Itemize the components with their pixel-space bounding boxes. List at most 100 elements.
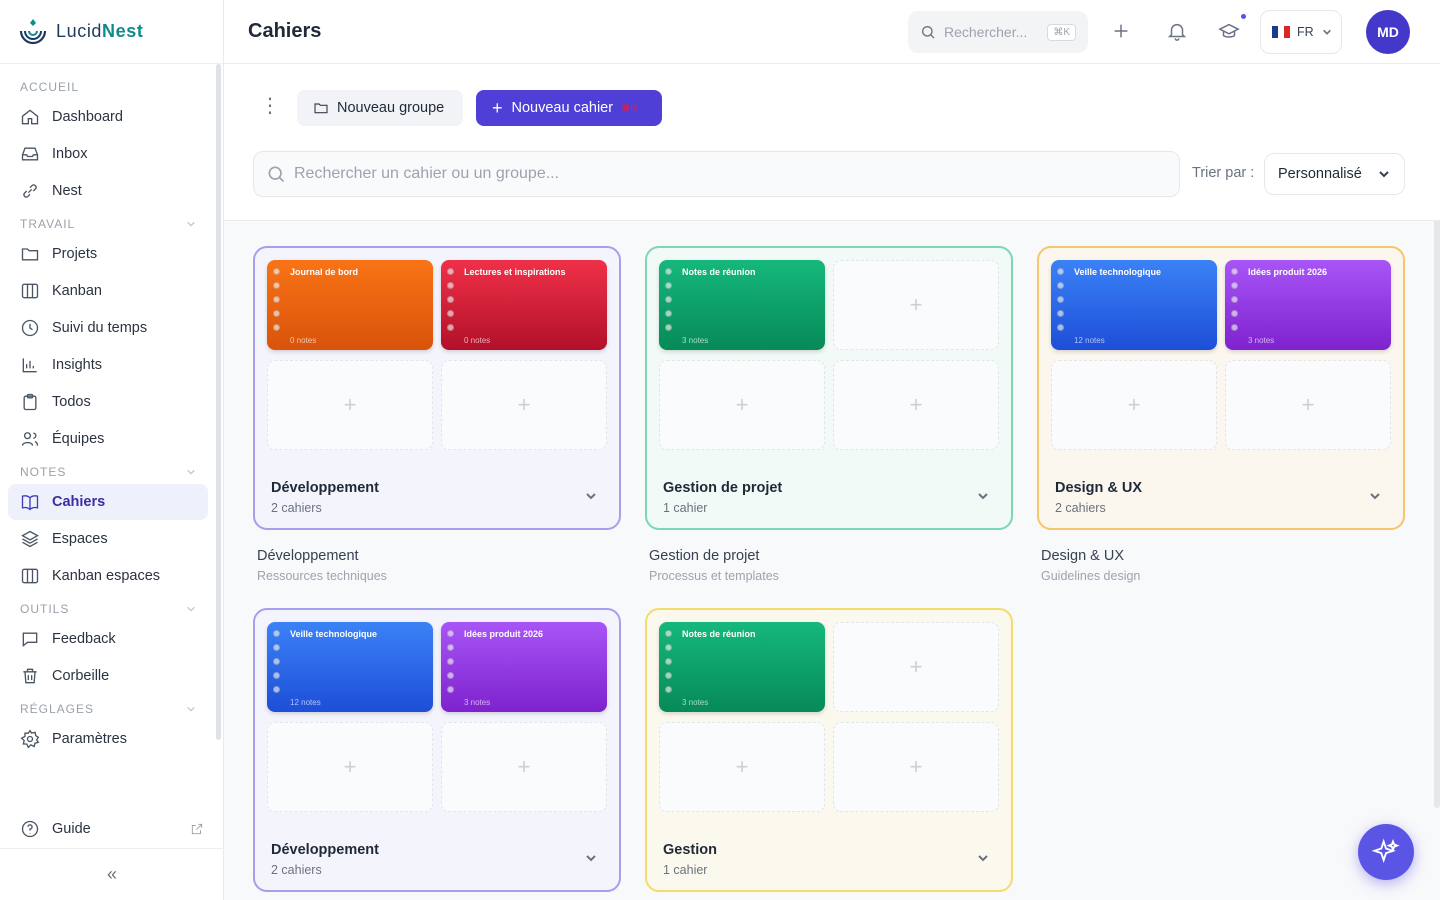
chevron-down-icon[interactable] [585, 490, 597, 502]
add-notebook-slot[interactable]: + [441, 722, 607, 812]
new-group-button[interactable]: Nouveau groupe [297, 90, 463, 126]
notebook-card[interactable]: Idées produit 2026 3 notes [441, 622, 607, 712]
notebook-search-input[interactable]: Rechercher un cahier ou un groupe... [253, 151, 1180, 197]
notebook-card[interactable]: Veille technologique 12 notes [267, 622, 433, 712]
sidebar-item-parametres[interactable]: Paramètres [8, 721, 208, 757]
add-button[interactable] [1110, 20, 1134, 44]
group-description: Processus et templates [649, 569, 779, 583]
add-notebook-slot[interactable]: + [659, 360, 825, 450]
sidebar-item-espaces[interactable]: Espaces [8, 521, 208, 557]
plus-icon: + [492, 98, 503, 118]
add-notebook-slot[interactable]: + [441, 360, 607, 450]
brand-logo[interactable]: LucidNest [0, 0, 223, 64]
sidebar: LucidNest ACCUEIL Dashboard Inbox Nest T… [0, 0, 224, 900]
sidebar-item-kanban[interactable]: Kanban [8, 273, 208, 309]
sidebar-item-label: Projets [52, 246, 98, 262]
sidebar-item-suivi-du-temps[interactable]: Suivi du temps [8, 310, 208, 346]
notebook-card[interactable]: Veille technologique 12 notes [1051, 260, 1217, 350]
collapse-sidebar-button[interactable]: « [0, 848, 224, 900]
group-card[interactable]: Veille technologique 12 notes Idées prod… [1037, 246, 1405, 530]
section-title-outils[interactable]: OUTILS [0, 598, 216, 620]
language-selector[interactable]: FR [1260, 10, 1342, 54]
section-title-reglages[interactable]: RÉGLAGES [0, 698, 216, 720]
notebook-count: 0 notes [464, 336, 491, 345]
sidebar-item-label: Feedback [52, 631, 116, 647]
notebook-card[interactable]: Notes de réunion 3 notes [659, 260, 825, 350]
notebook-count: 3 notes [464, 698, 491, 707]
sidebar-scrollbar[interactable] [216, 64, 221, 740]
new-notebook-button[interactable]: + Nouveau cahier ⌘N [476, 90, 662, 126]
sort-select[interactable]: Personnalisé [1264, 153, 1405, 195]
chevron-down-icon[interactable] [1369, 490, 1381, 502]
bell-icon [1167, 23, 1187, 41]
plus-icon: + [517, 754, 531, 779]
sort-value: Personnalisé [1278, 166, 1362, 182]
add-notebook-slot[interactable]: + [267, 722, 433, 812]
section-title-accueil: ACCUEIL [20, 80, 80, 94]
search-icon [922, 26, 935, 39]
sparkles-icon [1372, 838, 1400, 864]
folder-icon [21, 248, 39, 261]
user-avatar[interactable]: MD [1366, 10, 1410, 54]
add-notebook-slot[interactable]: + [833, 260, 999, 350]
add-notebook-slot[interactable]: + [1225, 360, 1391, 450]
gear-icon [20, 729, 40, 749]
group-description: Ressources techniques [257, 569, 387, 583]
notebook-card[interactable]: Idées produit 2026 3 notes [1225, 260, 1391, 350]
book-icon [21, 495, 39, 511]
add-notebook-slot[interactable]: + [1051, 360, 1217, 450]
brand-name: LucidNest [56, 21, 144, 41]
sidebar-item-todos[interactable]: Todos [8, 384, 208, 420]
folder-icon [314, 103, 328, 114]
group-card[interactable]: Notes de réunion 3 notes + + + Gestion 1… [645, 608, 1013, 892]
add-notebook-slot[interactable]: + [833, 360, 999, 450]
chevron-down-icon[interactable] [977, 490, 989, 502]
chevron-down-icon[interactable] [977, 852, 989, 864]
notification-dot [1239, 12, 1248, 21]
learning-button[interactable] [1218, 12, 1248, 44]
sidebar-item-inbox[interactable]: Inbox [8, 136, 208, 172]
notebook-count: 0 notes [290, 336, 317, 345]
sidebar-item-insights[interactable]: Insights [8, 347, 208, 383]
sidebar-item-label: Cahiers [52, 494, 106, 510]
notebook-title: Idées produit 2026 [464, 629, 544, 639]
search-placeholder: Rechercher... [944, 24, 1028, 40]
chevron-down-icon[interactable] [585, 852, 597, 864]
sidebar-item-corbeille[interactable]: Corbeille [8, 658, 208, 694]
ai-assistant-button[interactable] [1358, 824, 1414, 880]
group-name: Développement [271, 842, 379, 858]
search-shortcut-badge: ⌘K [1047, 23, 1076, 41]
group-card[interactable]: Journal de bord 0 notes Lectures et insp… [253, 246, 621, 530]
add-notebook-slot[interactable]: + [833, 722, 999, 812]
group-count: 1 cahier [663, 863, 708, 877]
ring-binding [273, 268, 280, 331]
sort-label: Trier par : [1192, 165, 1255, 181]
group-card[interactable]: Veille technologique 12 notes Idées prod… [253, 608, 621, 892]
sidebar-item-dashboard[interactable]: Dashboard [8, 99, 208, 135]
section-title-notes[interactable]: NOTES [0, 461, 216, 483]
group-count: 1 cahier [663, 501, 708, 515]
ring-binding [447, 630, 454, 693]
sidebar-item-nest[interactable]: Nest [8, 173, 208, 209]
more-options-button[interactable]: ⋮ [260, 94, 280, 118]
global-search-input[interactable]: Rechercher... ⌘K [908, 11, 1088, 53]
add-notebook-slot[interactable]: + [267, 360, 433, 450]
section-title-travail[interactable]: TRAVAIL [0, 213, 216, 235]
sidebar-item-projets[interactable]: Projets [8, 236, 208, 272]
group-count: 2 cahiers [1055, 501, 1106, 515]
notebook-card[interactable]: Notes de réunion 3 notes [659, 622, 825, 712]
notebook-card[interactable]: Lectures et inspirations 0 notes [441, 260, 607, 350]
add-notebook-slot[interactable]: + [833, 622, 999, 712]
notifications-button[interactable] [1166, 20, 1190, 44]
sidebar-item-equipes[interactable]: Équipes [8, 421, 208, 457]
group-card[interactable]: Notes de réunion 3 notes + + + Gestion d… [645, 246, 1013, 530]
sidebar-item-cahiers[interactable]: Cahiers [8, 484, 208, 520]
sidebar-item-kanban-espaces[interactable]: Kanban espaces [8, 558, 208, 594]
notebook-card[interactable]: Journal de bord 0 notes [267, 260, 433, 350]
graduation-cap-icon [1218, 23, 1240, 38]
sidebar-item-feedback[interactable]: Feedback [8, 621, 208, 657]
sidebar-item-guide[interactable]: Guide [8, 812, 216, 846]
add-notebook-slot[interactable]: + [659, 722, 825, 812]
plus-icon: + [343, 392, 357, 417]
plus-icon: + [517, 392, 531, 417]
